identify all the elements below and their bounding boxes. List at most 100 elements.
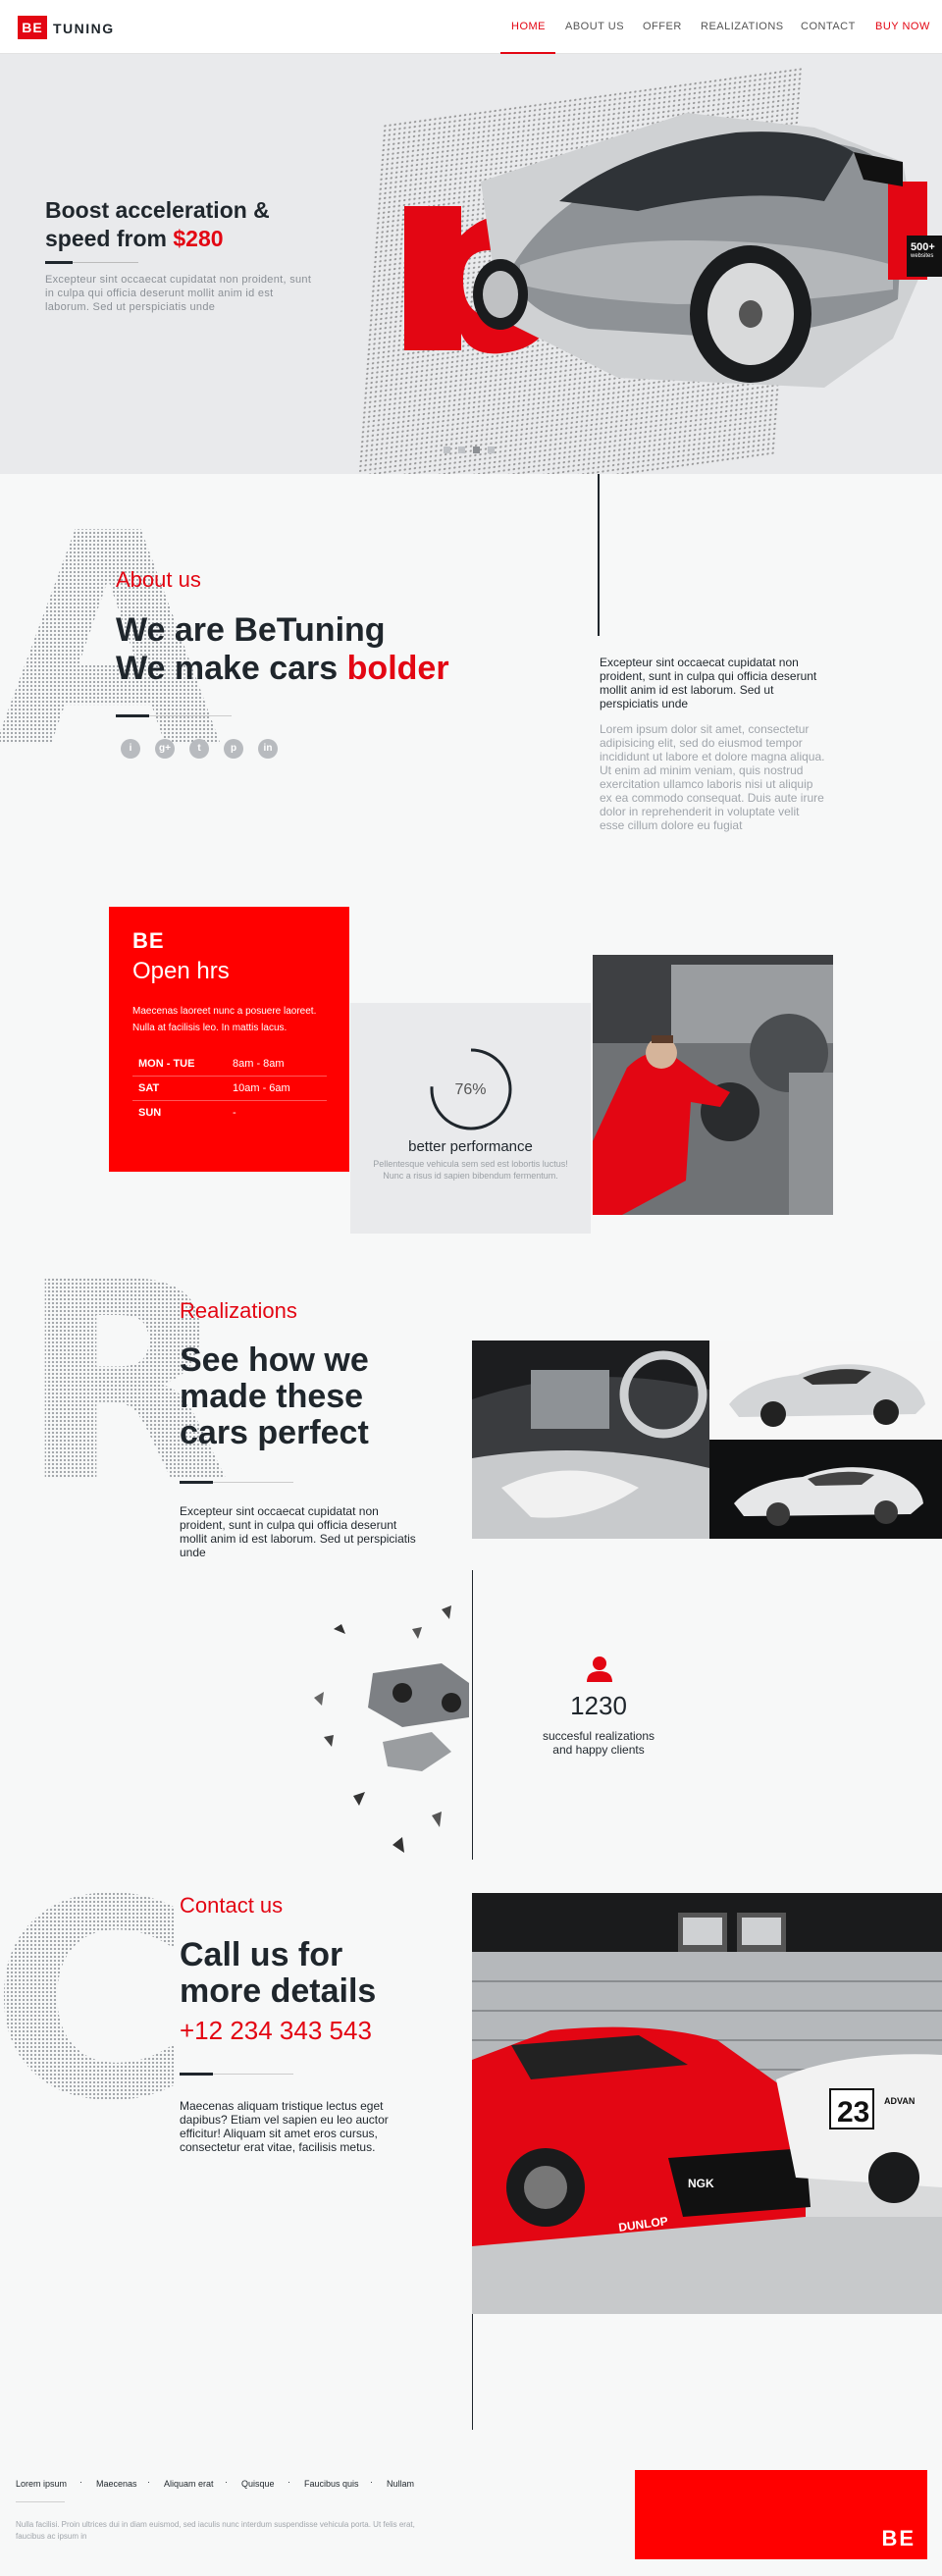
nav-buy-now[interactable]: BUY NOW [875, 21, 930, 32]
hours-row: SUN - [132, 1101, 327, 1126]
hours-time: - [233, 1107, 236, 1119]
footer-small-text: Nulla facilisi. Proin ultrices dui in di… [16, 2520, 415, 2541]
footer-separator: · [225, 2477, 228, 2487]
slider-dot-4[interactable] [488, 447, 495, 453]
hours-day: SUN [138, 1107, 162, 1119]
stat-label-line2: and happy clients [552, 1743, 645, 1757]
about-title-line2: We make cars [116, 650, 347, 687]
hours-time: 8am - 8am [233, 1058, 285, 1070]
exploding-car-image [294, 1570, 471, 1865]
linkedin-icon[interactable]: in [258, 739, 278, 759]
footer-separator: · [147, 2477, 150, 2487]
photo-text-advan: ADVAN [884, 2096, 915, 2106]
footer-link-6[interactable]: Nullam [387, 2479, 414, 2489]
about-lead-text: Excepteur sint occaecat cupidatat non pr… [600, 656, 817, 710]
stat-label: succesful realizations and happy clients [530, 1729, 667, 1757]
contact-title: Call us for more details [180, 1937, 435, 2010]
hero-title: Boost acceleration & speed from $280 [45, 196, 359, 253]
hero-text: Excepteur sint occaecat cupidatat non pr… [45, 274, 312, 313]
nav-realizations[interactable]: REALIZATIONS [701, 21, 784, 32]
hero-title-line1: Boost acceleration & [45, 197, 270, 223]
realizations-divider [180, 1481, 293, 1484]
hours-row: MON - TUE 8am - 8am [132, 1052, 327, 1077]
about-body-text: Lorem ipsum dolor sit amet, consectetur … [600, 722, 825, 832]
nav-contact[interactable]: CONTACT [801, 21, 856, 32]
hero-car-image [404, 113, 927, 388]
about-title-line1: We are BeTuning [116, 611, 386, 649]
hero-badge-value: 500+ [911, 241, 935, 253]
about-title: We are BeTuning We make cars bolder [116, 611, 548, 688]
contact-title-line2: more details [180, 1972, 377, 2010]
stat-number: 1230 [570, 1691, 627, 1720]
open-hours-desc: Maecenas laoreet nunc a posuere laoreet.… [132, 1006, 317, 1033]
hours-row: SAT 10am - 6am [132, 1077, 327, 1101]
photo-text-ngk: NGK [688, 2177, 714, 2190]
open-hours-card: BE Open hrs Maecenas laoreet nunc a posu… [109, 907, 349, 1172]
about-title-highlight: bolder [346, 650, 449, 687]
hero-slider: 500+ websites Boost acceleration & speed … [0, 54, 942, 474]
contact-vertical-line [472, 2314, 473, 2430]
slider-dot-1[interactable] [444, 447, 450, 453]
footer-logo[interactable]: BE [881, 2526, 916, 2551]
realizations-title-line2: made these [180, 1378, 364, 1415]
about-divider [116, 714, 232, 717]
open-hours-logo: BE [132, 928, 165, 953]
gallery-interior-photo[interactable] [472, 1341, 709, 1539]
hero-divider [45, 261, 138, 264]
hours-day: SAT [138, 1082, 160, 1094]
hero-price: $280 [173, 226, 224, 251]
footer-link-1[interactable]: Lorem ipsum [16, 2479, 67, 2489]
footer-link-3[interactable]: Aliquam erat [164, 2479, 214, 2489]
page: BE TUNING HOME ABOUT US OFFER REALIZATIO… [0, 0, 942, 2576]
realizations-title-line1: See how we [180, 1341, 369, 1379]
performance-title: better performance [408, 1138, 533, 1155]
hero-badge-label: websites [911, 253, 934, 259]
performance-value: 76% [454, 1081, 487, 1098]
realizations-title: See how we made these cars perfect [180, 1342, 435, 1451]
contact-title-line1: Call us for [180, 1936, 343, 1973]
header: BE TUNING HOME ABOUT US OFFER REALIZATIO… [0, 0, 942, 55]
pinterest-icon[interactable]: p [224, 739, 243, 759]
realizations-text: Excepteur sint occaecat cupidatat non pr… [180, 1504, 416, 1559]
twitter-icon[interactable]: t [189, 739, 209, 759]
footer-separator: · [79, 2477, 82, 2487]
about-label: About us [116, 567, 201, 592]
slider-dot-3[interactable] [473, 447, 480, 453]
gallery-lexus-photo[interactable] [709, 1440, 942, 1539]
hero-badge: 500+ websites [907, 236, 942, 277]
contact-bg-letter: C [0, 1865, 192, 2139]
google-plus-icon[interactable]: g+ [155, 739, 175, 759]
contact-label: Contact us [180, 1893, 284, 1918]
user-icon [587, 1656, 612, 1682]
footer-link-4[interactable]: Quisque [241, 2479, 275, 2489]
stat-label-line1: succesful realizations [542, 1729, 655, 1743]
contact-phone[interactable]: +12 234 343 543 [180, 2016, 372, 2046]
logo-text[interactable]: TUNING [53, 21, 115, 36]
footer-separator: · [370, 2477, 373, 2487]
footer-red-block: BE [635, 2470, 927, 2559]
nav-about-us[interactable]: ABOUT US [565, 21, 624, 32]
realizations-title-line3: cars perfect [180, 1414, 369, 1451]
contact-divider [180, 2073, 293, 2076]
info-icon[interactable]: i [121, 739, 140, 759]
hours-day: MON - TUE [138, 1058, 195, 1070]
footer-divider [16, 2501, 65, 2502]
nav-home[interactable]: HOME [511, 21, 546, 32]
footer-link-5[interactable]: Faucibus quis [304, 2479, 359, 2489]
performance-card: 76% better performance Pellentesque vehi… [350, 1003, 591, 1234]
nav-offer[interactable]: OFFER [643, 21, 682, 32]
contact-text: Maecenas aliquam tristique lectus eget d… [180, 2099, 389, 2154]
photo-text-23: 23 [837, 2096, 869, 2129]
realizations-vertical-line [472, 1570, 473, 1860]
performance-text: Pellentesque vehicula sem sed est lobort… [373, 1159, 568, 1181]
slider-dot-2[interactable] [458, 447, 465, 453]
footer-link-2[interactable]: Maecenas [96, 2479, 137, 2489]
mechanic-photo [593, 955, 833, 1215]
hours-time: 10am - 6am [233, 1082, 290, 1094]
about-vertical-line [598, 474, 600, 636]
realizations-label: Realizations [180, 1298, 297, 1323]
gallery-white-car-photo[interactable] [709, 1341, 942, 1440]
logo-mark[interactable]: BE [18, 16, 47, 39]
open-hours-title: Open hrs [132, 958, 230, 984]
hero-title-line2: speed from [45, 226, 174, 251]
